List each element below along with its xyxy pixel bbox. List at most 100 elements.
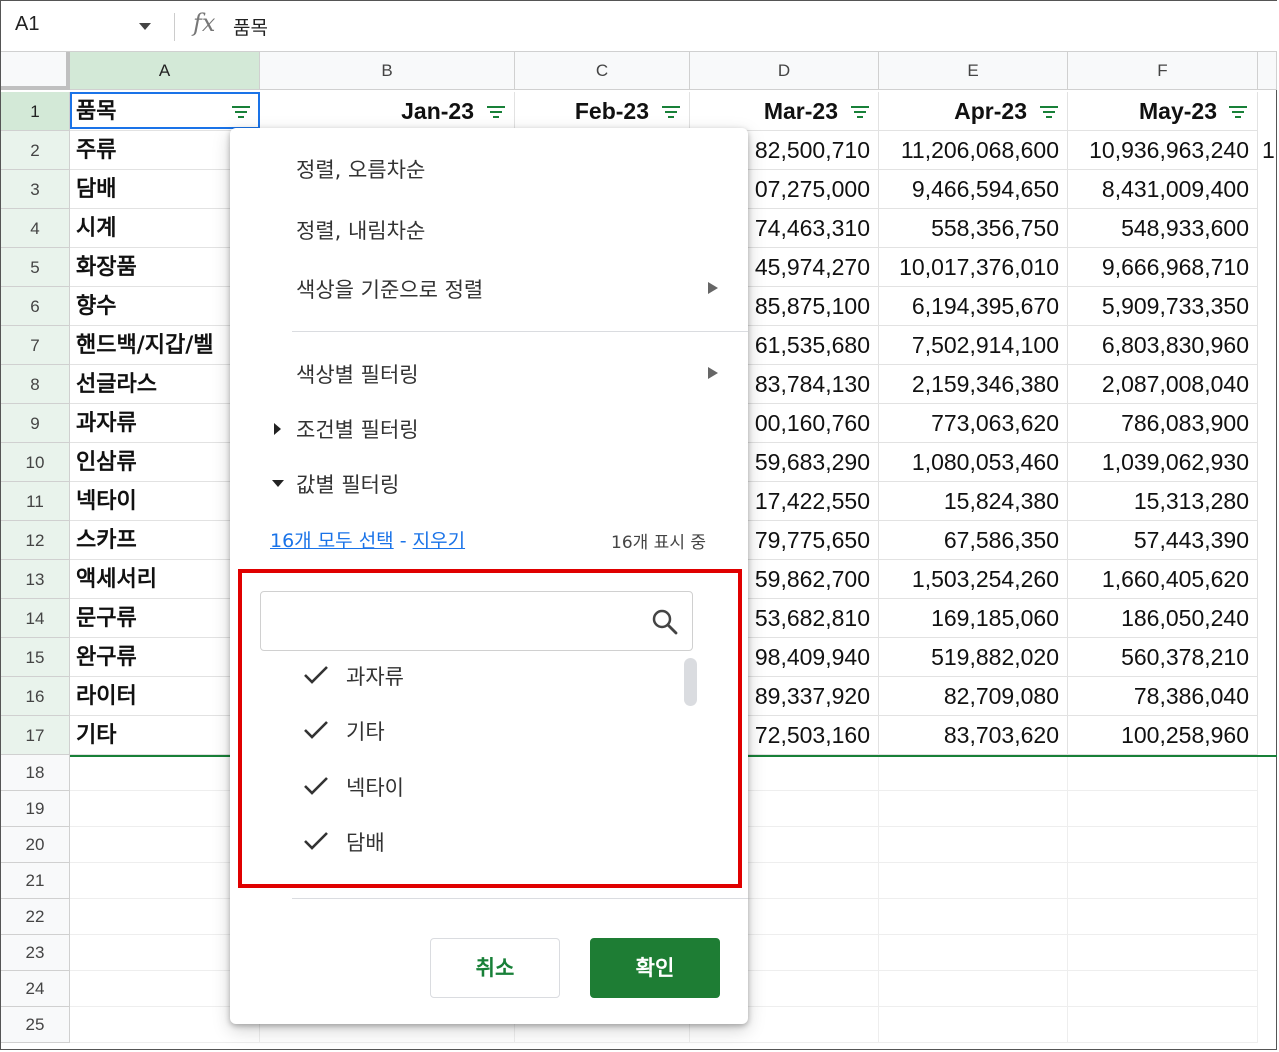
column-header-c[interactable]: C	[515, 52, 690, 90]
row-header-18[interactable]: 18	[1, 755, 70, 791]
cell[interactable]	[1068, 863, 1258, 899]
value-cell-e[interactable]: 11,206,068,600	[879, 131, 1068, 170]
collapsed-triangle-icon[interactable]	[274, 423, 281, 435]
value-cell-e[interactable]: 10,017,376,010	[879, 248, 1068, 287]
value-cell-e[interactable]: 1,503,254,260	[879, 560, 1068, 599]
row-header-12[interactable]: 12	[1, 521, 70, 560]
cell[interactable]	[1068, 791, 1258, 827]
menu-item-filter-by-condition[interactable]: 조건별 필터링	[296, 414, 419, 444]
filter-icon[interactable]	[1229, 106, 1247, 118]
menu-item-sort-descending[interactable]: 정렬, 내림차순	[296, 215, 425, 245]
column-header-a[interactable]: A	[70, 52, 260, 90]
cell[interactable]	[1068, 971, 1258, 1007]
value-cell-e[interactable]: 558,356,750	[879, 209, 1068, 248]
filter-icon[interactable]	[662, 106, 680, 118]
select-all-link[interactable]: 16개 모두 선택	[270, 530, 394, 552]
value-cell-e[interactable]: 9,466,594,650	[879, 170, 1068, 209]
row-header-4[interactable]: 4	[1, 209, 70, 248]
value-cell-f[interactable]: 8,431,009,400	[1068, 170, 1258, 209]
value-cell-f[interactable]: 100,258,960	[1068, 716, 1258, 755]
value-cell-e[interactable]: 6,194,395,670	[879, 287, 1068, 326]
row-header-24[interactable]: 24	[1, 971, 70, 1007]
value-cell-e[interactable]: 169,185,060	[879, 599, 1068, 638]
cell[interactable]	[879, 863, 1068, 899]
value-cell-f[interactable]: 186,050,240	[1068, 599, 1258, 638]
value-cell-f[interactable]: 5,909,733,350	[1068, 287, 1258, 326]
value-cell-f[interactable]: 548,933,600	[1068, 209, 1258, 248]
row-header-14[interactable]: 14	[1, 599, 70, 638]
value-cell-e[interactable]: 83,703,620	[879, 716, 1068, 755]
value-cell-f[interactable]: 57,443,390	[1068, 521, 1258, 560]
row-header-6[interactable]: 6	[1, 287, 70, 326]
formula-input[interactable]: 품목	[233, 13, 268, 40]
menu-item-sort-by-color[interactable]: 색상을 기준으로 정렬	[296, 274, 483, 304]
row-header-17[interactable]: 17	[1, 716, 70, 755]
value-cell-e[interactable]: 82,709,080	[879, 677, 1068, 716]
clear-link[interactable]: 지우기	[413, 530, 465, 552]
select-all-corner[interactable]	[1, 52, 70, 90]
cell[interactable]	[879, 791, 1068, 827]
column-header-b[interactable]: B	[260, 52, 515, 90]
cell[interactable]	[879, 755, 1068, 791]
value-cell-f[interactable]: 15,313,280	[1068, 482, 1258, 521]
row-header-22[interactable]: 22	[1, 899, 70, 935]
cell[interactable]	[879, 827, 1068, 863]
cell[interactable]	[879, 971, 1068, 1007]
cell[interactable]	[879, 935, 1068, 971]
column-header-e[interactable]: E	[879, 52, 1068, 90]
filter-icon[interactable]	[851, 106, 869, 118]
row-header-1[interactable]: 1	[1, 92, 70, 131]
value-cell-e[interactable]: 2,159,346,380	[879, 365, 1068, 404]
value-cell-f[interactable]: 6,803,830,960	[1068, 326, 1258, 365]
row-header-9[interactable]: 9	[1, 404, 70, 443]
cell[interactable]	[879, 1007, 1068, 1043]
cell[interactable]	[879, 899, 1068, 935]
row-header-7[interactable]: 7	[1, 326, 70, 365]
row-header-16[interactable]: 16	[1, 677, 70, 716]
cell[interactable]	[1068, 935, 1258, 971]
row-header-8[interactable]: 8	[1, 365, 70, 404]
value-cell-f[interactable]: 1,039,062,930	[1068, 443, 1258, 482]
value-cell-f[interactable]: 10,936,963,240	[1068, 131, 1258, 170]
cell[interactable]	[1068, 899, 1258, 935]
name-box[interactable]: A1	[15, 13, 39, 36]
row-header-20[interactable]: 20	[1, 827, 70, 863]
cell[interactable]	[1068, 827, 1258, 863]
value-cell-e[interactable]: 1,080,053,460	[879, 443, 1068, 482]
value-cell-f[interactable]: 1,660,405,620	[1068, 560, 1258, 599]
value-cell-f[interactable]: 2,087,008,040	[1068, 365, 1258, 404]
value-cell-e[interactable]: 7,502,914,100	[879, 326, 1068, 365]
filter-icon[interactable]	[487, 106, 505, 118]
row-header-15[interactable]: 15	[1, 638, 70, 677]
row-header-25[interactable]: 25	[1, 1007, 70, 1043]
value-cell-e[interactable]: 67,586,350	[879, 521, 1068, 560]
row-header-3[interactable]: 3	[1, 170, 70, 209]
row-header-10[interactable]: 10	[1, 443, 70, 482]
value-cell-f[interactable]: 560,378,210	[1068, 638, 1258, 677]
column-header-f[interactable]: F	[1068, 52, 1258, 90]
row-header-11[interactable]: 11	[1, 482, 70, 521]
expanded-triangle-icon[interactable]	[272, 480, 284, 487]
column-header-g[interactable]	[1258, 52, 1277, 90]
value-cell-f[interactable]: 9,666,968,710	[1068, 248, 1258, 287]
menu-item-filter-by-values[interactable]: 값별 필터링	[296, 469, 399, 499]
header-cell-b[interactable]: Jan-23	[260, 92, 515, 131]
ok-button[interactable]: 확인	[590, 938, 720, 998]
menu-item-sort-ascending[interactable]: 정렬, 오름차순	[296, 154, 425, 184]
cell[interactable]	[1068, 755, 1258, 791]
value-cell-f[interactable]: 786,083,900	[1068, 404, 1258, 443]
value-cell-e[interactable]: 15,824,380	[879, 482, 1068, 521]
cancel-button[interactable]: 취소	[430, 938, 560, 998]
row-header-21[interactable]: 21	[1, 863, 70, 899]
row-header-5[interactable]: 5	[1, 248, 70, 287]
value-cell-g[interactable]: 1	[1262, 131, 1277, 170]
value-cell-f[interactable]: 78,386,040	[1068, 677, 1258, 716]
row-header-13[interactable]: 13	[1, 560, 70, 599]
value-cell-e[interactable]: 519,882,020	[879, 638, 1068, 677]
row-header-23[interactable]: 23	[1, 935, 70, 971]
row-header-19[interactable]: 19	[1, 791, 70, 827]
filter-icon[interactable]	[1040, 106, 1058, 118]
row-header-2[interactable]: 2	[1, 131, 70, 170]
value-cell-e[interactable]: 773,063,620	[879, 404, 1068, 443]
menu-item-filter-by-color[interactable]: 색상별 필터링	[296, 359, 419, 389]
